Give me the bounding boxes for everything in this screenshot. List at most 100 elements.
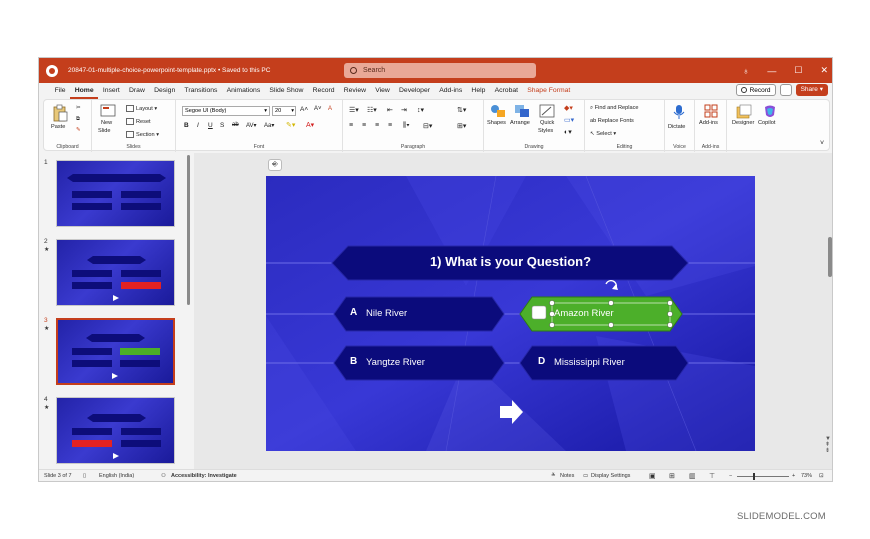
arrange-icon[interactable] bbox=[514, 104, 530, 118]
fit-to-window-icon[interactable]: ⊡ bbox=[819, 473, 824, 479]
align-left-icon[interactable]: ≡ bbox=[349, 122, 353, 129]
shape-effects-icon[interactable]: ◐▾ bbox=[564, 128, 572, 136]
zoom-out-icon[interactable]: − bbox=[729, 473, 732, 479]
answer-c-text[interactable]: Amazon River bbox=[554, 308, 614, 319]
styles-label[interactable]: Styles bbox=[538, 128, 553, 134]
scroll-down-icon[interactable]: ▼ ⇞ ⇟ bbox=[825, 436, 831, 454]
slide-canvas[interactable]: 1) What is your Question? A Nile River A… bbox=[266, 176, 755, 451]
tab-view[interactable]: View bbox=[371, 83, 395, 99]
find-replace-button[interactable]: ⌕ Find and Replace bbox=[590, 105, 639, 112]
paste-label[interactable]: Paste bbox=[51, 124, 65, 130]
quick-styles-icon[interactable] bbox=[539, 104, 555, 118]
new-slide-label-2[interactable]: Slide bbox=[98, 128, 110, 134]
tab-record[interactable]: Record bbox=[308, 83, 339, 99]
microphone-icon[interactable] bbox=[673, 104, 685, 120]
tab-slide-show[interactable]: Slide Show bbox=[265, 83, 308, 99]
reset-button[interactable]: Reset bbox=[126, 118, 151, 125]
shapes-icon[interactable] bbox=[490, 104, 506, 118]
line-spacing-icon[interactable]: ↕▾ bbox=[417, 106, 424, 114]
comments-button[interactable] bbox=[779, 84, 792, 96]
align-right-icon[interactable]: ≡ bbox=[375, 122, 379, 129]
tab-draw[interactable]: Draw bbox=[124, 83, 149, 99]
answer-a-box[interactable] bbox=[333, 296, 505, 332]
numbering-icon[interactable]: ☷▾ bbox=[367, 106, 377, 114]
slide-thumbnail-1[interactable] bbox=[56, 160, 175, 227]
thumbnail-scrollbar[interactable] bbox=[187, 155, 190, 305]
paste-icon[interactable] bbox=[52, 104, 68, 122]
add-ins-button-label[interactable]: Add-ins bbox=[699, 120, 718, 126]
close-button[interactable]: ✕ bbox=[820, 65, 828, 76]
bullets-icon[interactable]: ☰▾ bbox=[349, 106, 359, 114]
tab-shape-format[interactable]: Shape Format bbox=[523, 83, 575, 99]
resize-handle[interactable] bbox=[608, 322, 614, 328]
minimize-button[interactable]: — bbox=[767, 66, 776, 76]
question-text[interactable]: 1) What is your Question? bbox=[266, 254, 755, 269]
tab-add-ins[interactable]: Add-ins bbox=[435, 83, 467, 99]
shapes-label[interactable]: Shapes bbox=[487, 120, 506, 126]
decrease-font-icon[interactable]: A˅ bbox=[314, 106, 322, 112]
slide-thumbnail-2[interactable] bbox=[56, 239, 175, 306]
share-button[interactable]: Share ▾ bbox=[795, 84, 828, 96]
align-center-icon[interactable]: ≡ bbox=[362, 122, 366, 129]
slide-thumbnail-3[interactable] bbox=[56, 318, 175, 385]
spacing-icon[interactable]: AV▾ bbox=[246, 122, 257, 129]
search-box[interactable]: Search bbox=[344, 63, 536, 78]
copilot-icon[interactable] bbox=[762, 104, 778, 120]
answer-b-text[interactable]: Yangtze River bbox=[366, 357, 425, 368]
language-indicator[interactable]: English (India) bbox=[99, 473, 134, 479]
justify-icon[interactable]: ≡ bbox=[388, 122, 392, 129]
designer-icon[interactable] bbox=[736, 104, 752, 120]
cut-icon[interactable]: ✂ bbox=[76, 105, 81, 111]
slide-sorter-icon[interactable]: ⊞ bbox=[669, 472, 675, 480]
font-color-icon[interactable]: A▾ bbox=[306, 121, 314, 129]
resize-handle[interactable] bbox=[667, 322, 673, 328]
zoom-level[interactable]: 73% bbox=[801, 473, 812, 479]
tab-help[interactable]: Help bbox=[467, 83, 490, 99]
resize-handle[interactable] bbox=[608, 300, 614, 306]
resize-handle[interactable] bbox=[549, 300, 555, 306]
tab-developer[interactable]: Developer bbox=[394, 83, 434, 99]
shadow-icon[interactable]: S bbox=[220, 122, 224, 129]
add-ins-icon[interactable] bbox=[704, 104, 718, 118]
text-direction-icon[interactable]: ⇅▾ bbox=[457, 106, 466, 114]
quick-label[interactable]: Quick bbox=[540, 120, 554, 126]
new-slide-label[interactable]: New bbox=[101, 120, 112, 126]
resize-handle[interactable] bbox=[667, 300, 673, 306]
section-button[interactable]: Section ▾ bbox=[126, 131, 159, 138]
zoom-in-icon[interactable]: + bbox=[792, 473, 795, 479]
format-painter-icon[interactable]: ✎ bbox=[76, 127, 81, 133]
increase-indent-icon[interactable]: ⇥ bbox=[401, 106, 407, 114]
display-settings-button[interactable]: Display Settings bbox=[591, 473, 630, 479]
answer-d-text[interactable]: Mississippi River bbox=[554, 357, 625, 368]
highlight-icon[interactable]: ✎▾ bbox=[286, 121, 295, 129]
tab-animations[interactable]: Animations bbox=[222, 83, 265, 99]
tab-home[interactable]: Home bbox=[70, 83, 99, 99]
increase-font-icon[interactable]: A˄ bbox=[300, 106, 308, 113]
change-case-icon[interactable]: Aa▾ bbox=[264, 122, 274, 129]
clear-format-icon[interactable]: A bbox=[328, 106, 332, 112]
lightbulb-icon[interactable]: ♁ bbox=[743, 66, 750, 76]
select-button[interactable]: ↖ Select ▾ bbox=[590, 131, 616, 137]
shape-outline-icon[interactable]: ▭▾ bbox=[564, 116, 574, 124]
slide-thumbnail-4[interactable] bbox=[56, 397, 175, 464]
bold-icon[interactable]: B bbox=[184, 122, 189, 129]
strikethrough-icon[interactable]: ab bbox=[232, 122, 239, 128]
columns-icon[interactable]: ⫼▾ bbox=[403, 122, 410, 130]
accessibility-status[interactable]: Accessibility: Investigate bbox=[171, 473, 237, 479]
tab-acrobat[interactable]: Acrobat bbox=[490, 83, 523, 99]
record-button[interactable]: Record bbox=[735, 84, 776, 96]
notes-button[interactable]: Notes bbox=[560, 473, 574, 479]
spelling-icon[interactable]: ▯ bbox=[83, 473, 86, 479]
designer-label[interactable]: Designer bbox=[732, 120, 754, 126]
tab-design[interactable]: Design bbox=[149, 83, 179, 99]
font-name-select[interactable]: Segoe UI (Body) ▾ bbox=[182, 106, 270, 116]
arrange-label[interactable]: Arrange bbox=[510, 120, 530, 126]
italic-icon[interactable]: I bbox=[197, 122, 199, 129]
zoom-slider[interactable] bbox=[737, 476, 789, 477]
tab-review[interactable]: Review bbox=[339, 83, 370, 99]
align-text-icon[interactable]: ⊟▾ bbox=[423, 122, 432, 130]
decrease-indent-icon[interactable]: ⇤ bbox=[387, 106, 393, 114]
slideshow-view-icon[interactable]: ⊤ bbox=[709, 472, 715, 480]
layout-options-icon[interactable] bbox=[531, 305, 547, 320]
resize-handle[interactable] bbox=[549, 322, 555, 328]
